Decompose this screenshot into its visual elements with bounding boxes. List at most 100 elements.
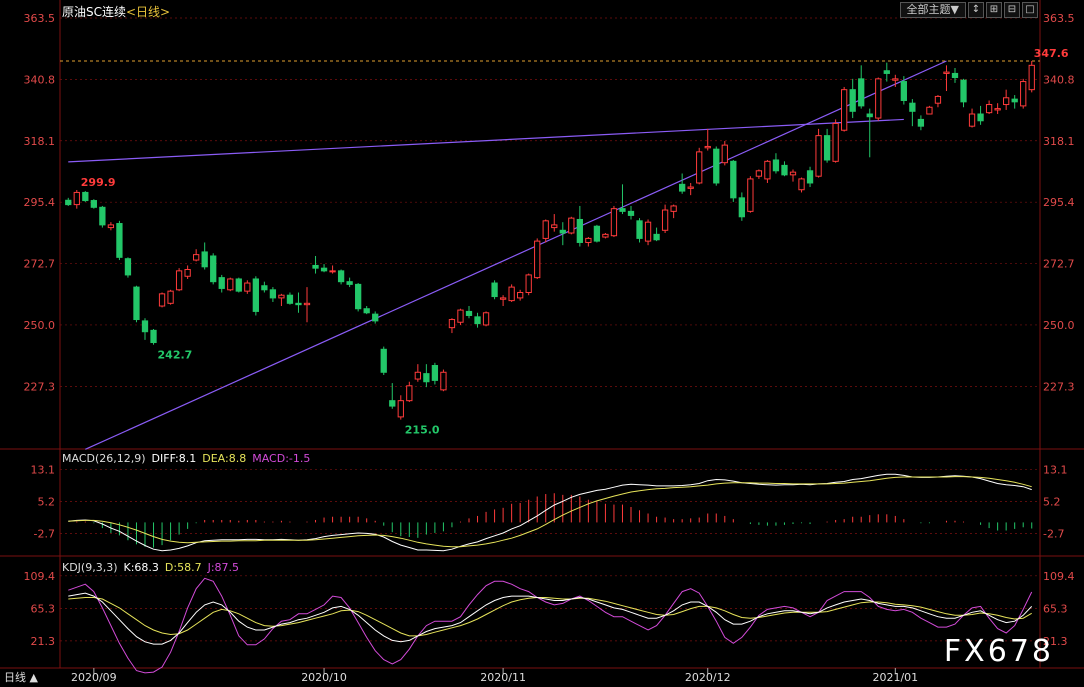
candle-body	[900, 81, 907, 101]
y-tick-label-left: 295.4	[24, 196, 56, 209]
candle-body	[644, 221, 652, 242]
candle-body	[337, 270, 345, 283]
candle-body	[832, 122, 839, 162]
candle-body	[150, 329, 157, 344]
j-line	[68, 577, 1033, 674]
y-tick-label-right: 295.4	[1043, 196, 1075, 209]
candle-body	[303, 302, 311, 306]
candle-body	[576, 218, 583, 243]
candle-body	[866, 113, 873, 118]
watermark-logo: FX678	[943, 634, 1054, 669]
candle-body	[977, 113, 984, 122]
candle-body	[951, 72, 959, 78]
kdj-d: D:58.7	[164, 561, 202, 574]
candle-body	[499, 297, 507, 300]
candle-body	[312, 264, 319, 269]
trendline	[85, 60, 947, 450]
candle-body	[184, 269, 191, 277]
candle-body	[968, 113, 976, 127]
candle-body	[636, 220, 643, 239]
candle-body	[909, 102, 916, 112]
y-tick-label-left: 227.3	[24, 380, 56, 393]
scale-button[interactable]: ↕	[968, 2, 984, 18]
candle-body	[892, 78, 899, 81]
candle-body	[679, 183, 686, 192]
candle-body	[917, 118, 925, 127]
candle-body	[389, 400, 396, 407]
y-tick-label-right: 65.3	[1043, 602, 1068, 615]
candle-body	[1028, 64, 1035, 91]
candle-body	[619, 208, 626, 212]
candle-body	[116, 223, 123, 258]
candle-body	[244, 282, 251, 292]
theme-select[interactable]: 全部主题▼	[899, 2, 966, 18]
y-tick-label-left: 109.4	[24, 570, 56, 583]
candle-body	[448, 319, 456, 329]
candle-body	[423, 373, 430, 383]
kdj-title: KDJ(9,3,3)	[62, 561, 118, 574]
candle-body	[670, 205, 677, 212]
candle-body	[789, 171, 797, 176]
candle-body	[994, 108, 1001, 111]
period-label[interactable]: <日线>	[126, 5, 170, 19]
window-button[interactable]: □	[1022, 2, 1038, 18]
y-tick-label-right: 340.8	[1043, 73, 1075, 86]
trendline	[68, 118, 904, 163]
candle-body	[542, 220, 549, 239]
macd-legend: MACD(26,12,9) DIFF:8.1 DEA:8.8 MACD:-1.5	[62, 452, 316, 465]
kdj-j: J:87.5	[207, 561, 240, 574]
candle-body	[295, 302, 302, 306]
candle-body	[107, 224, 115, 229]
candle-body	[329, 270, 336, 273]
y-tick-label-right: 250.0	[1043, 319, 1075, 332]
candle-body	[278, 294, 285, 299]
candle-body	[261, 285, 268, 291]
candle-body	[252, 278, 259, 312]
y-tick-label-right: 227.3	[1043, 380, 1075, 393]
candle-body	[815, 135, 822, 177]
candle-body	[661, 209, 669, 231]
x-tick-label: 2020/10	[301, 671, 347, 684]
candle-body	[849, 89, 856, 112]
y-tick-label-left: 21.3	[31, 635, 56, 648]
candle-body	[934, 95, 942, 104]
candle-body	[167, 290, 174, 304]
candle-body	[568, 217, 575, 234]
macd-diff: DIFF:8.1	[151, 452, 197, 465]
candle-body	[806, 170, 814, 184]
candle-body	[559, 229, 566, 234]
zoom-out-button[interactable]: ⊟	[1004, 2, 1020, 18]
dea-line	[68, 476, 1032, 548]
y-tick-label-right: 363.5	[1043, 12, 1075, 25]
period-switch[interactable]: 日线 ▲	[4, 669, 38, 685]
candle-body	[721, 144, 728, 164]
price-annotation: 215.0	[405, 424, 440, 437]
candle-body	[482, 312, 490, 326]
candle-body	[465, 310, 473, 316]
y-tick-label-left: -2.7	[34, 527, 55, 540]
macd-value: MACD:-1.5	[252, 452, 311, 465]
candle-body	[414, 371, 421, 380]
candle-body	[355, 283, 362, 310]
candle-body	[696, 151, 703, 184]
price-annotation: 299.9	[81, 176, 116, 189]
y-tick-label-right: 272.7	[1043, 258, 1075, 271]
chart-canvas: 363.5 363.5 340.8 340.8 318.1 318.1 295.4 295.4…	[0, 0, 1084, 684]
x-tick-label: 2021/01	[872, 671, 918, 684]
y-tick-label-right: 109.4	[1043, 570, 1075, 583]
candle-body	[823, 135, 831, 161]
candle-body	[551, 224, 558, 229]
candle-body	[517, 291, 524, 299]
chart-title: 原油SC连续<日线>	[62, 3, 170, 20]
candle-body	[772, 159, 780, 172]
candle-body	[73, 191, 80, 206]
candle-body	[525, 274, 532, 293]
candle-body	[593, 225, 601, 242]
candle-body	[653, 233, 660, 241]
candle-body	[508, 286, 515, 302]
zoom-in-button[interactable]: ⊞	[986, 2, 1002, 18]
diff-line	[68, 473, 1032, 552]
y-tick-label-left: 13.1	[31, 463, 56, 476]
candle-body	[457, 309, 464, 323]
y-tick-label-left: 65.3	[31, 602, 56, 615]
